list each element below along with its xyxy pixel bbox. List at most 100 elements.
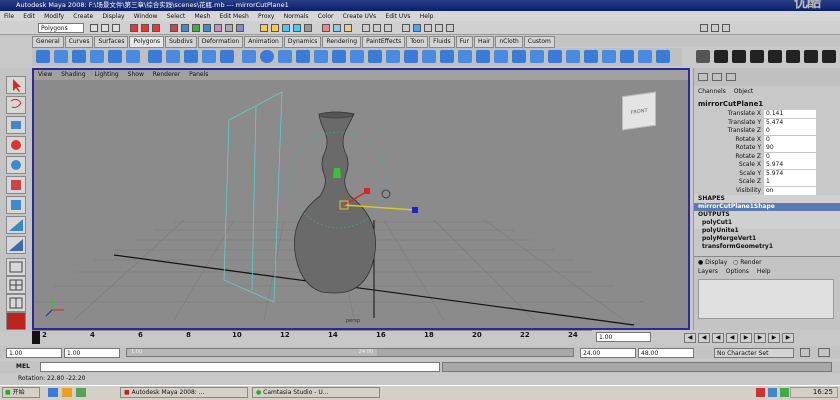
tab-channels[interactable]: Channels — [698, 88, 726, 95]
split-polygon-icon[interactable] — [458, 50, 472, 63]
shelf-tab-ncloth[interactable]: nCloth — [495, 36, 523, 48]
vp-menu-lighting[interactable]: Lighting — [94, 71, 118, 78]
select-tool-icon[interactable] — [6, 76, 26, 94]
merge-icon[interactable] — [530, 50, 544, 63]
menu-normals[interactable]: Normals — [284, 13, 309, 20]
dope-sheet-icon[interactable] — [446, 24, 454, 32]
delete-edge-icon[interactable] — [566, 50, 580, 63]
snap-grid-icon[interactable] — [260, 24, 268, 32]
channel-row[interactable]: Translate Y 5.474 — [694, 118, 840, 128]
paint-select-tool-icon[interactable] — [6, 116, 26, 134]
poly-torus-icon[interactable] — [126, 50, 140, 63]
output-ops-icon[interactable] — [333, 24, 341, 32]
shelf-tab-general[interactable]: General — [32, 36, 64, 48]
shelf-tab-toon[interactable]: Toon — [406, 36, 429, 48]
shelf-tab-hair[interactable]: Hair — [474, 36, 495, 48]
mask-joints-icon[interactable] — [181, 24, 189, 32]
poly-prism-icon[interactable] — [148, 50, 162, 63]
vp-menu-show[interactable]: Show — [128, 71, 144, 78]
menu-create-uvs[interactable]: Create UVs — [343, 13, 376, 20]
menu-display[interactable]: Display — [102, 13, 124, 20]
output-node[interactable]: transformGeometry1 — [698, 243, 840, 251]
channel-row[interactable]: Visibility on — [694, 186, 840, 196]
step-forward-key-icon[interactable]: ▶ — [768, 333, 780, 343]
radio-render-icon[interactable]: ○ — [733, 259, 738, 266]
shape-node[interactable]: mirrorCutPlane1Shape — [694, 203, 840, 211]
channel-layout-icon-3[interactable] — [726, 73, 736, 81]
menu-create[interactable]: Create — [73, 13, 93, 20]
channel-row[interactable]: Rotate Y 90 — [694, 144, 840, 153]
vp-menu-view[interactable]: View — [38, 71, 52, 78]
vp-menu-shading[interactable]: Shading — [61, 71, 85, 78]
layer-list[interactable] — [698, 279, 834, 319]
checker-icon-7[interactable] — [822, 50, 836, 63]
step-back-frame-icon[interactable]: ◀ — [712, 333, 724, 343]
time-slider[interactable]: 2 4 6 8 10 12 14 16 18 20 22 24 — [32, 330, 592, 344]
menu-color[interactable]: Color — [318, 13, 334, 20]
save-scene-icon[interactable] — [112, 24, 120, 32]
soft-mod-tool-icon[interactable] — [6, 216, 26, 234]
layout-single-pane-icon[interactable] — [6, 258, 26, 276]
poly-pyramid-icon[interactable] — [166, 50, 180, 63]
channel-row[interactable]: Translate X 0.141 — [694, 110, 840, 119]
taskbar-item-camtasia[interactable]: ● Camtasia Studio - U... — [252, 387, 380, 398]
graph-editor-icon[interactable] — [435, 24, 443, 32]
booleans-union-icon[interactable] — [314, 50, 328, 63]
poly-soccer-ball-icon[interactable] — [220, 50, 234, 63]
shelf-options-icon[interactable] — [696, 50, 710, 63]
menu-mesh[interactable]: Mesh — [194, 13, 210, 20]
layer-menu-layers[interactable]: Layers — [698, 268, 718, 275]
mask-dynamics-icon[interactable] — [225, 24, 233, 32]
make-live-icon[interactable] — [304, 24, 312, 32]
checker-icon-5[interactable] — [786, 50, 800, 63]
booleans-difference-icon[interactable] — [332, 50, 346, 63]
radio-render-label[interactable]: Render — [740, 259, 761, 266]
manipulator-tool-icon[interactable] — [6, 196, 26, 214]
tab-object[interactable]: Object — [734, 88, 754, 95]
select-hierarchy-icon[interactable] — [130, 24, 138, 32]
animation-start-field[interactable]: 1.00 — [6, 348, 62, 358]
scale-tool-icon[interactable] — [6, 176, 26, 194]
shelf-tab-surfaces[interactable]: Surfaces — [94, 36, 129, 48]
perspective-viewport[interactable]: View Shading Lighting Show Renderer Pane… — [32, 68, 690, 330]
checker-icon-2[interactable] — [732, 50, 746, 63]
view-cube[interactable]: FRONT — [622, 91, 656, 131]
mask-curves-icon[interactable] — [192, 24, 200, 32]
range-slider[interactable]: 1.00 24.00 — [126, 348, 574, 357]
channel-row[interactable]: Scale X 5.974 — [694, 161, 840, 170]
combine-icon[interactable] — [242, 50, 256, 63]
snap-view-plane-icon[interactable] — [293, 24, 301, 32]
menu-select[interactable]: Select — [167, 13, 186, 20]
go-to-start-icon[interactable]: ◀ — [684, 333, 696, 343]
menu-modify[interactable]: Modify — [44, 13, 64, 20]
select-component-icon[interactable] — [152, 24, 160, 32]
shelf-tab-custom[interactable]: Custom — [523, 36, 555, 48]
separate-icon[interactable] — [260, 50, 274, 63]
range-slider-handle[interactable]: 1.00 24.00 — [127, 349, 377, 356]
rotate-tool-icon[interactable] — [6, 156, 26, 174]
render-settings-icon[interactable] — [384, 24, 392, 32]
shelf-tab-fluids[interactable]: Fluids — [429, 36, 455, 48]
mirror-geometry-icon[interactable] — [368, 50, 382, 63]
poly-plane-icon[interactable] — [108, 50, 122, 63]
smooth-icon[interactable] — [296, 50, 310, 63]
go-to-end-icon[interactable]: ▶ — [782, 333, 794, 343]
character-set-dropdown[interactable]: No Character Set — [714, 348, 794, 358]
shelf-tab-subdivs[interactable]: Subdivs — [165, 36, 197, 48]
layer-menu-options[interactable]: Options — [726, 268, 749, 275]
key-icon[interactable] — [800, 348, 810, 357]
shelf-tab-polygons[interactable]: Polygons — [129, 36, 165, 48]
outliner-icon[interactable] — [424, 24, 432, 32]
play-forward-icon[interactable]: ▶ — [740, 333, 752, 343]
cylindrical-mapping-icon[interactable] — [602, 50, 616, 63]
move-tool-icon[interactable] — [6, 136, 26, 154]
current-time-marker[interactable] — [32, 331, 40, 344]
planar-mapping-icon[interactable] — [584, 50, 598, 63]
play-backward-icon[interactable]: ◀ — [726, 333, 738, 343]
mirror-cut-icon[interactable] — [386, 50, 400, 63]
menu-proxy[interactable]: Proxy — [258, 13, 274, 20]
new-scene-icon[interactable] — [90, 24, 98, 32]
spherical-mapping-icon[interactable] — [620, 50, 634, 63]
booleans-intersection-icon[interactable] — [350, 50, 364, 63]
menu-edit[interactable]: Edit — [23, 13, 35, 20]
